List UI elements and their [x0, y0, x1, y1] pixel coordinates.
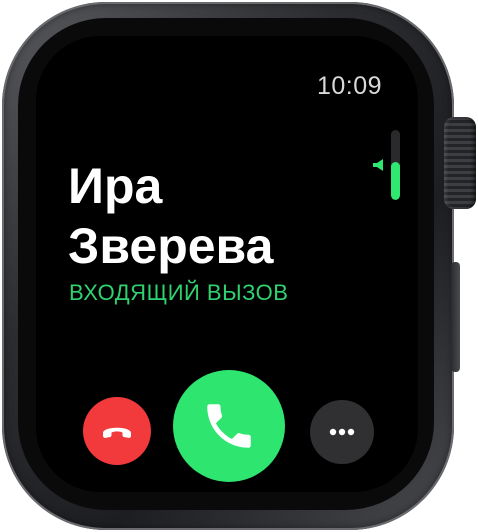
volume-level-fill: [391, 161, 400, 200]
volume-indicator[interactable]: [371, 130, 401, 200]
volume-track: [391, 130, 400, 200]
call-status-label: ВХОДЯЩИЙ ВЫЗОВ: [69, 280, 289, 305]
caller-name: Ира Зверева: [68, 158, 274, 274]
decline-call-button[interactable]: [83, 397, 151, 465]
watch-screen: 10:09 Ира Зверева ВХОДЯЩИЙ ВЫЗОВ: [36, 36, 418, 492]
digital-crown[interactable]: [444, 117, 476, 209]
more-options-button[interactable]: [310, 400, 374, 464]
ellipsis-icon: [329, 428, 355, 436]
phone-hangup-icon: [103, 427, 131, 438]
side-button[interactable]: [451, 262, 460, 372]
watch-device: 10:09 Ира Зверева ВХОДЯЩИЙ ВЫЗОВ: [0, 0, 478, 532]
accept-call-button[interactable]: [173, 370, 285, 482]
clock-time: 10:09: [316, 72, 382, 100]
speaker-icon: [373, 159, 383, 171]
phone-icon: [207, 404, 251, 448]
